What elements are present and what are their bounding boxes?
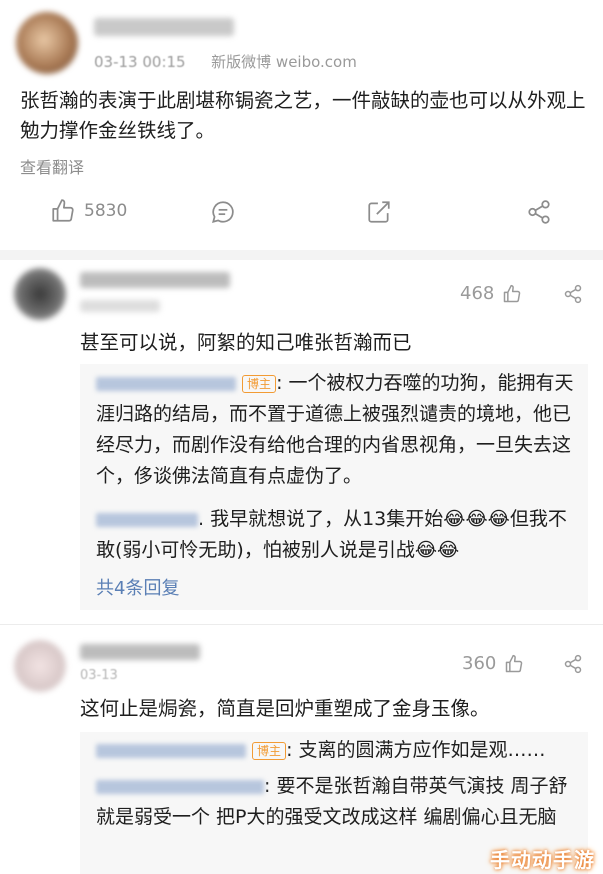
like-count: 5830	[84, 201, 128, 221]
post-meta: 03-13 00:15 新版微博 weibo.com	[94, 51, 357, 72]
reply-author[interactable]	[96, 743, 246, 758]
reply-author[interactable]	[96, 779, 264, 794]
comment-like-count: 468	[460, 283, 495, 304]
comment-timestamp	[80, 300, 160, 312]
section-divider	[0, 250, 603, 260]
post-author-avatar[interactable]	[16, 12, 78, 74]
repost-icon	[368, 201, 390, 223]
reply-author[interactable]	[96, 512, 198, 527]
more-replies-link[interactable]: 共4条回复	[96, 574, 179, 600]
comment-author-name[interactable]	[80, 644, 200, 660]
translate-link[interactable]: 查看翻译	[20, 154, 84, 178]
author-badge: 博主	[252, 741, 287, 760]
reply-item: 博主: 支离的圆满方应作如是观……	[96, 735, 584, 766]
comment-avatar[interactable]	[14, 268, 66, 320]
comment-icon	[212, 201, 234, 223]
share-button[interactable]	[526, 199, 552, 225]
reply-item: 博主: 一个被权力吞噬的功狗，能拥有天涯归路的结局，而不置于道德上被强烈谴责的境…	[96, 368, 584, 492]
comment-divider	[0, 624, 603, 625]
post-author-name[interactable]	[94, 18, 234, 36]
comment-share-button[interactable]	[563, 284, 583, 304]
comment-like-count: 360	[462, 653, 497, 674]
reply-item: . 我早就想说了，从13集开始😂😂😂但我不敢(弱小可怜无助)，怕被别人说是引战😂…	[96, 504, 584, 566]
comment-author-name[interactable]	[80, 272, 230, 288]
thumbs-up-icon	[50, 198, 76, 224]
share-icon	[528, 200, 550, 224]
like-button[interactable]: 5830	[50, 198, 127, 224]
comment-text: 这何止是焗瓷，简直是回炉重塑成了金身玉像。	[80, 697, 490, 720]
share-icon	[564, 654, 582, 674]
comment-timestamp: 03-13	[80, 668, 118, 683]
author-badge: 博主	[242, 374, 277, 393]
comment-text: 甚至可以说，阿絮的知己唯张哲瀚而已	[80, 331, 412, 354]
repost-button[interactable]	[366, 199, 392, 225]
post-source[interactable]: 新版微博 weibo.com	[211, 53, 357, 71]
comment-button[interactable]	[210, 199, 236, 225]
comment-like-button[interactable]: 468	[460, 283, 522, 304]
reply-author[interactable]	[96, 376, 236, 391]
reply-text: : 支离的圆满方应作如是观……	[286, 739, 546, 761]
comment-share-button[interactable]	[563, 654, 583, 674]
reply-item: : 要不是张哲瀚自带英气演技 周子舒就是弱受一个 把P大的强受文改成这样 编剧偏…	[96, 771, 584, 833]
post-timestamp: 03-13 00:15	[94, 53, 186, 71]
comment-avatar[interactable]	[14, 640, 66, 692]
watermark: 手动动手游	[490, 848, 595, 872]
post-body: 张哲瀚的表演于此剧堪称锔瓷之艺，一件敲缺的壶也可以从外观上勉力撑作金丝铁线了。	[20, 89, 586, 142]
share-icon	[564, 284, 582, 304]
thumbs-up-icon	[504, 654, 524, 674]
reply-box: 博主: 一个被权力吞噬的功狗，能拥有天涯归路的结局，而不置于道德上被强烈谴责的境…	[80, 364, 588, 610]
thumbs-up-icon	[502, 284, 522, 304]
comment-like-button[interactable]: 360	[462, 653, 524, 674]
